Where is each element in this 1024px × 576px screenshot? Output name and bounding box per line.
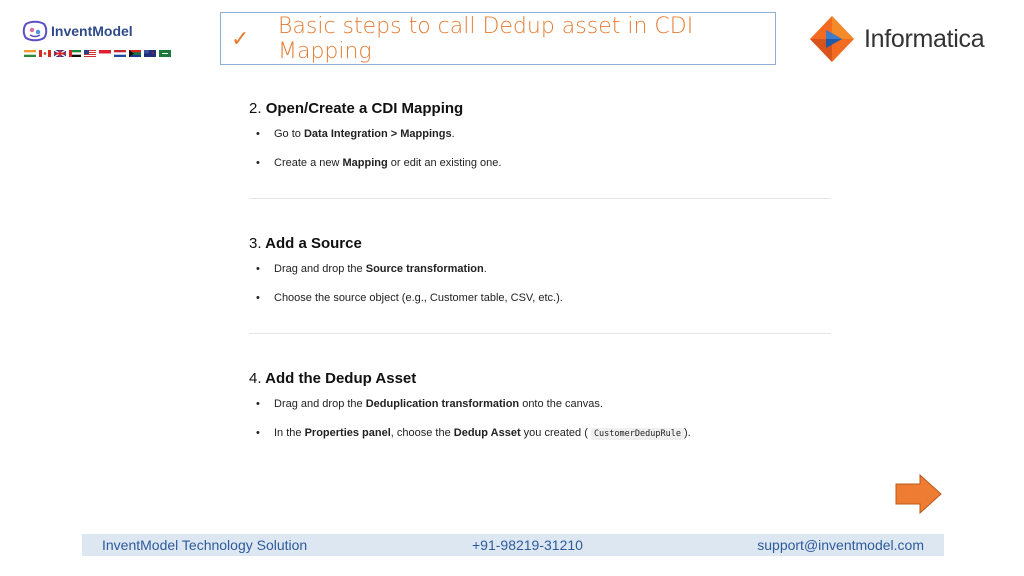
list-item: Go to Data Integration > Mappings.: [249, 128, 831, 157]
footer-email: support@inventmodel.com: [757, 537, 924, 553]
step-heading: 4. Add the Dedup Asset: [249, 370, 417, 387]
slide-title-box: ✓ Basic steps to call Dedup asset in CDI…: [220, 12, 776, 65]
footer-company: InventModel Technology Solution: [102, 537, 308, 553]
flag-usa-icon: [84, 50, 96, 57]
section-divider: [249, 333, 831, 334]
flag-netherlands-icon: [114, 50, 126, 57]
step-section: 4. Add the Dedup Asset Drag and drop the…: [249, 370, 831, 456]
step-heading: 2. Open/Create a CDI Mapping: [249, 100, 464, 117]
next-arrow-icon[interactable]: [895, 474, 943, 514]
country-flags: [24, 50, 171, 57]
slide-title: Basic steps to call Dedup asset in CDI M…: [277, 13, 694, 64]
list-item: Drag and drop the Source transformation.: [249, 263, 831, 292]
flag-south-africa-icon: [129, 50, 141, 57]
flag-new-zealand-icon: [144, 50, 156, 57]
flag-canada-icon: [39, 50, 51, 57]
step-section: 3. Add a Source Drag and drop the Source…: [249, 235, 831, 321]
list-item: Choose the source object (e.g., Customer…: [249, 292, 831, 321]
inventmodel-logo: InventModel: [22, 20, 171, 57]
flag-india-icon: [24, 50, 36, 57]
footer-phone: +91-98219-31210: [472, 537, 583, 553]
informatica-logo-icon: [810, 16, 854, 62]
step-section: 2. Open/Create a CDI Mapping Go to Data …: [249, 100, 831, 186]
flag-singapore-icon: [99, 50, 111, 57]
step-heading: 3. Add a Source: [249, 235, 362, 252]
steps-content: 2. Open/Create a CDI Mapping Go to Data …: [249, 100, 831, 456]
flag-uae-icon: [69, 50, 81, 57]
informatica-logo: Informatica: [808, 14, 985, 64]
inline-code: CustomerDedupRule: [590, 428, 684, 440]
flag-saudi-arabia-icon: [159, 50, 171, 57]
partner-brand-name: Informatica: [864, 24, 985, 53]
inventmodel-logo-icon: [22, 20, 48, 42]
footer-bar: InventModel Technology Solution +91-9821…: [82, 534, 944, 556]
list-item: In the Properties panel, choose the Dedu…: [249, 427, 831, 456]
brand-name: InventModel: [51, 23, 133, 39]
checkmark-icon: ✓: [231, 25, 250, 51]
section-divider: [249, 198, 831, 199]
flag-uk-icon: [54, 50, 66, 57]
list-item: Create a new Mapping or edit an existing…: [249, 157, 831, 186]
list-item: Drag and drop the Deduplication transfor…: [249, 398, 831, 427]
